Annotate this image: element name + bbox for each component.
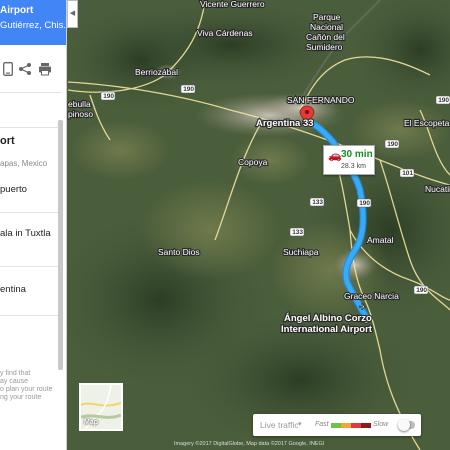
place-label-parque-3: Cañón del [306, 32, 345, 42]
direction-step-1[interactable]: puerto [0, 184, 27, 195]
toggle-knob[interactable] [398, 419, 410, 431]
tip-line: ng your route [0, 394, 42, 401]
satellite-map[interactable]: ✈ 190 133 190 101 133 190 190 190 190 Vi… [0, 0, 450, 450]
place-label-viva-cardenas: Viva Cárdenas [197, 28, 253, 38]
shield-label: 190 [387, 141, 398, 148]
panel-header: Airport Gutiérrez, Chis... [0, 0, 67, 45]
collapse-panel-button[interactable]: ◀ [67, 0, 78, 28]
panel-divider [0, 127, 62, 128]
route-time: 30 min [341, 149, 373, 160]
minimap-label: Map [84, 419, 98, 426]
traffic-slow-label: Slow [373, 421, 389, 428]
live-traffic-label[interactable]: Live traffic [260, 420, 299, 430]
origin-title: ort [0, 135, 15, 147]
shield-label: 190 [103, 93, 114, 100]
place-label-pinoso: pinoso [68, 109, 93, 119]
direction-step-2[interactable]: ala in Tuxtla [0, 228, 51, 239]
place-label-san-fernando: SAN FERNANDO [287, 95, 355, 105]
place-label-parque-4: Sumidero [306, 42, 343, 52]
shield-label: 133 [292, 229, 303, 236]
traffic-legend-swatch [331, 423, 341, 428]
place-label-santo-dios: Santo Dios [158, 247, 200, 257]
panel-actions [0, 58, 66, 84]
place-label-argentina: Argentina 33 [256, 118, 314, 129]
traffic-legend-swatch [361, 423, 371, 428]
map-attribution: Imagery ©2017 DigitalGlobe, Map data ©20… [174, 441, 325, 447]
panel-tip: y find that ay cause o plan your route n… [0, 370, 53, 402]
tip-line: ay cause [0, 378, 29, 385]
share-icon[interactable] [17, 62, 33, 78]
shield-label: 190 [183, 86, 194, 93]
shield-label: 101 [402, 170, 413, 177]
origin-subtitle: apas, Mexico [0, 159, 48, 168]
place-label-vicente-guerrero: Vicente Guerrero [200, 0, 265, 9]
live-traffic-control[interactable]: Live traffic ▾ Fast Slow [253, 414, 421, 436]
map-viewport[interactable]: ✈ 190 133 190 101 133 190 190 190 190 Vi… [0, 0, 450, 450]
route-info-box[interactable]: 🚗 30 min 28.3 km [323, 145, 375, 175]
panel-divider [0, 266, 62, 267]
svg-text:✈: ✈ [359, 303, 367, 313]
shield-label: 190 [359, 200, 370, 207]
traffic-legend-swatch [351, 423, 361, 428]
place-label-parque-2: Nacional [310, 22, 343, 32]
place-label-copoya: Copoya [238, 157, 268, 167]
print-icon[interactable] [37, 62, 53, 78]
place-label-airport-2: International Airport [281, 324, 373, 335]
place-label-suchiapa: Suchiapa [283, 247, 319, 257]
shield-label: 190 [438, 97, 449, 104]
traffic-fast-label: Fast [315, 421, 329, 428]
panel-scrollbar[interactable] [58, 120, 63, 370]
minimap-toggle[interactable]: Map [79, 383, 123, 431]
tip-line: o plan your route [0, 386, 53, 393]
tip-line: y find that [0, 370, 31, 377]
panel-header-title: Airport [0, 5, 34, 16]
shield-label: 190 [416, 287, 427, 294]
car-icon: 🚗 [328, 150, 342, 162]
place-label-graceo-narcia: Graceo Narcia [344, 291, 399, 301]
place-label-berriozabal: Berriozábal [135, 67, 178, 77]
direction-step-3[interactable]: entina [0, 284, 26, 295]
traffic-toggle[interactable] [398, 419, 415, 431]
place-label-ebulla: ebulla [68, 99, 91, 109]
place-label-amatal: Amatal [367, 235, 394, 245]
panel-divider [0, 212, 62, 213]
panel-divider [0, 315, 62, 316]
shield-label: 133 [312, 199, 323, 206]
panel-header-subtitle: Gutiérrez, Chis... [0, 20, 67, 31]
place-label-airport-1: Ángel Albino Corzo [284, 313, 372, 324]
panel-divider [0, 92, 62, 93]
phone-icon[interactable] [0, 62, 16, 78]
route-distance: 28.3 km [341, 163, 366, 170]
place-label-parque-1: Parque [313, 12, 341, 22]
traffic-legend-swatch [341, 423, 351, 428]
directions-panel: Airport Gutiérrez, Chis... ort apas, Mex… [0, 0, 67, 450]
place-label-nucatili: Nucatili [425, 184, 450, 194]
chevron-down-icon[interactable]: ▾ [298, 420, 302, 428]
place-label-el-escopeta: El Escopeta [404, 118, 450, 128]
